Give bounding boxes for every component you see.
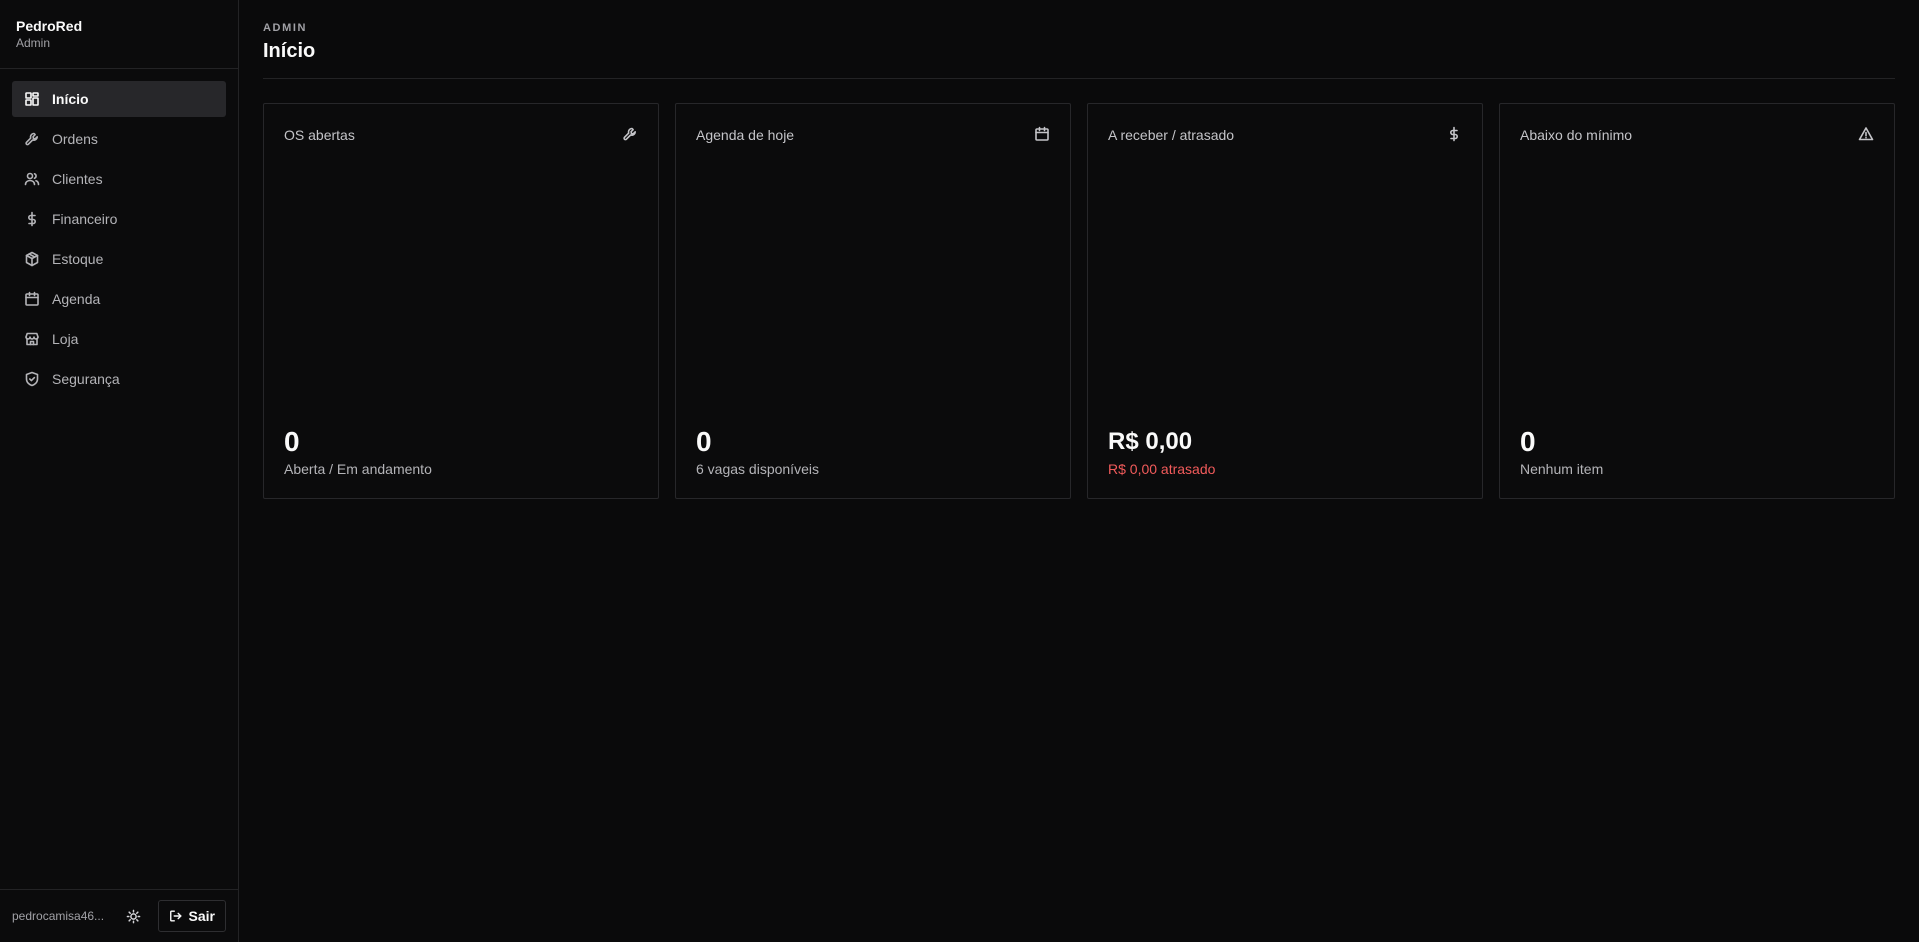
card-os-abertas: OS abertas 0 Aberta / Em andamento <box>263 103 659 499</box>
sidebar-item-label: Segurança <box>52 371 120 387</box>
sidebar-item-label: Agenda <box>52 291 101 307</box>
calendar-icon <box>1034 126 1050 142</box>
sidebar-item-inicio[interactable]: Início <box>12 81 226 117</box>
dashboard-icon <box>24 91 40 107</box>
stat-cards: OS abertas 0 Aberta / Em andamento Agend… <box>263 103 1895 499</box>
card-title: Agenda de hoje <box>696 127 795 143</box>
sidebar-item-label: Início <box>52 91 89 107</box>
brand: PedroRed Admin <box>0 0 238 69</box>
sidebar-item-seguranca[interactable]: Segurança <box>12 361 226 397</box>
page-title: Início <box>263 40 316 62</box>
main-content: ADMIN Início OS abertas 0 Aberta / Em an… <box>239 0 1919 942</box>
calendar-icon <box>24 291 40 307</box>
sun-icon <box>126 909 141 924</box>
user-email: pedrocamisa46... <box>12 909 105 923</box>
card-value: R$ 0,00 <box>1108 428 1193 455</box>
wrench-icon <box>24 131 40 147</box>
logout-button[interactable]: Sair <box>157 900 226 932</box>
card-value: 0 <box>284 426 300 457</box>
card-abaixo-minimo: Abaixo do mínimo 0 Nenhum item <box>1499 103 1895 499</box>
page-eyebrow: ADMIN <box>263 22 308 34</box>
sidebar-item-label: Ordens <box>52 131 98 147</box>
logout-icon <box>169 909 183 923</box>
card-agenda-hoje: Agenda de hoje 0 6 vagas disponíveis <box>675 103 1071 499</box>
sidebar-item-financeiro[interactable]: Financeiro <box>12 201 226 237</box>
sidebar-item-agenda[interactable]: Agenda <box>12 281 226 317</box>
app: PedroRed Admin Início Ordens Clientes Fi… <box>0 0 1919 942</box>
card-subtitle: Nenhum item <box>1520 461 1604 477</box>
sidebar-item-loja[interactable]: Loja <box>12 321 226 357</box>
card-a-receber: A receber / atrasado R$ 0,00 R$ 0,00 atr… <box>1087 103 1483 499</box>
sidebar-nav: Início Ordens Clientes Financeiro Estoqu… <box>0 69 238 889</box>
sidebar: PedroRed Admin Início Ordens Clientes Fi… <box>0 0 239 942</box>
sidebar-item-estoque[interactable]: Estoque <box>12 241 226 277</box>
brand-name: PedroRed <box>16 18 83 34</box>
users-icon <box>24 171 40 187</box>
card-value: 0 <box>1520 426 1536 457</box>
sidebar-item-label: Clientes <box>52 171 103 187</box>
page-header: ADMIN Início <box>263 21 1895 79</box>
sidebar-item-clientes[interactable]: Clientes <box>12 161 226 197</box>
dollar-icon <box>1446 126 1462 142</box>
store-icon <box>24 331 40 347</box>
sidebar-footer: pedrocamisa46... Sair <box>0 889 238 942</box>
sidebar-item-ordens[interactable]: Ordens <box>12 121 226 157</box>
alert-triangle-icon <box>1858 126 1874 142</box>
wrench-icon <box>622 126 638 142</box>
sidebar-item-label: Financeiro <box>52 211 118 227</box>
shield-icon <box>24 371 40 387</box>
dollar-icon <box>24 211 40 227</box>
theme-toggle-button[interactable] <box>122 904 146 928</box>
card-subtitle: Aberta / Em andamento <box>284 461 432 477</box>
card-subtitle-overdue: R$ 0,00 atrasado <box>1108 461 1216 477</box>
card-title: A receber / atrasado <box>1108 127 1235 143</box>
logout-label: Sair <box>188 908 215 924</box>
brand-role: Admin <box>16 36 51 50</box>
sidebar-item-label: Estoque <box>52 251 104 267</box>
card-title: OS abertas <box>284 127 355 143</box>
sidebar-item-label: Loja <box>52 331 79 347</box>
card-title: Abaixo do mínimo <box>1520 127 1633 143</box>
card-subtitle: 6 vagas disponíveis <box>696 461 819 477</box>
package-icon <box>24 251 40 267</box>
card-value: 0 <box>696 426 712 457</box>
